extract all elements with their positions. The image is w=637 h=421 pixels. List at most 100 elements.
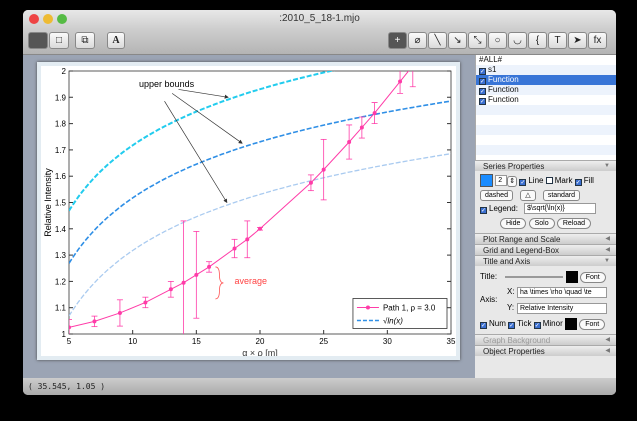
x-tick-label: 15 [192,337,201,346]
x-tick-label: 25 [319,337,328,346]
title-bar: :2010_5_18-1.mjo [23,10,616,28]
color-well[interactable] [480,174,493,188]
line-tool-icon[interactable]: ╲ [428,32,447,49]
cursor-coordinates: ( 35.545, 1.05 ) [28,382,106,391]
x-axis-label-field[interactable]: ha \times \rho \quad \te [517,287,607,298]
tick-checkbox[interactable]: ✓ [508,322,516,329]
y-axis-label: Relative Intensity [43,168,53,237]
graph-background-header[interactable]: Graph Background ◀ [475,334,616,345]
legend-field[interactable]: $\sqrt{\ln(x)} [524,203,597,215]
status-bar: ( 35.545, 1.05 ) [23,378,616,395]
average-brace [215,266,224,300]
pointer-tool-icon[interactable]: ➤ [568,32,587,49]
view-mode-1-button[interactable] [28,32,48,49]
data-point [308,180,313,185]
x-tick-label: 10 [128,337,137,346]
fill-checkbox[interactable]: ✓ [574,179,582,186]
reload-button[interactable]: Reload [556,218,592,229]
title-color-well[interactable] [565,270,578,283]
close-button[interactable] [29,14,39,24]
canvas-area[interactable]: 5 10 15 20 25 30 35 1 1.1 1.2 1.3 1.4 1.5 1.6 1.7 1.8 1.… [23,55,475,378]
series-item-function[interactable]: ✓ Function [476,75,616,85]
dash-style-select[interactable]: dashed [480,190,513,201]
series-item-function[interactable]: ✓ Function [476,85,616,95]
data-point [258,226,262,231]
y-tick-label: 1.2 [55,277,67,286]
app-window: :2010_5_18-1.mjo □ ⧉ A + ⌀ ╲ ↘ ⤡ ○ ◡{T ➤ fx 5 10 1… [23,10,616,395]
series-list: #ALL# ✓ s1 ✓ Function ✓ Function ✓ Function [475,55,616,160]
series-item-s1[interactable]: ✓ s1 [476,65,616,75]
y-tick-label: 1.6 [55,172,67,181]
legend-entry: Path 1, ρ = 3.0 [383,303,436,312]
line-checkbox[interactable]: ✓ [519,179,527,186]
select-tool-icon[interactable]: + [388,32,407,49]
data-point [143,300,148,305]
eraser-tool-icon[interactable]: ⌀ [408,32,427,49]
brace-tool-icon[interactable]: { [528,32,547,49]
toolbar: □ ⧉ A + ⌀ ╲ ↘ ⤡ ○ ◡{T ➤ fx [23,28,616,55]
grid-legend-header[interactable]: Grid and Legend-Box ◀ [475,244,616,255]
y-axis-label-field[interactable]: Relative Intensity [517,303,607,314]
axis-font-button[interactable]: Font [579,319,606,330]
checkbox[interactable]: ✓ [479,68,486,75]
minimize-button[interactable] [43,14,53,24]
data-point [321,167,326,172]
data-point [168,287,173,292]
plot-page: 5 10 15 20 25 30 35 1 1.1 1.2 1.3 1.4 1.5 1.6 1.7 1.8 1.… [37,62,460,360]
title-axis-header[interactable]: Title and Axis ▼ [475,255,616,266]
series-item-all[interactable]: #ALL# [476,55,616,65]
inspector-panel: #ALL# ✓ s1 ✓ Function ✓ Function ✓ Function … [475,55,616,378]
double-arrow-tool-icon[interactable]: ⤡ [468,32,487,49]
function-curve-lower [69,153,451,317]
data-point [69,325,71,330]
chart[interactable]: 5 10 15 20 25 30 35 1 1.1 1.2 1.3 1.4 1.5 1.6 1.7 1.8 1.… [41,66,456,358]
solo-button[interactable]: Solo [528,218,555,229]
annotation-arrow [164,101,228,204]
y-tick-label: 1.1 [55,304,67,313]
data-point [347,140,352,145]
hide-button[interactable]: Hide [499,218,527,229]
checkbox[interactable]: ✓ [479,78,486,85]
title-field[interactable] [505,275,564,278]
data-point [207,264,212,269]
font-button[interactable]: A [107,32,125,49]
function-curve-upper [69,71,336,212]
arrow-tool-icon[interactable]: ↘ [448,32,467,49]
x-tick-label: 30 [383,337,392,346]
plot-range-header[interactable]: Plot Range and Scale ◀ [475,233,616,244]
y-tick-label: 1.4 [55,225,67,234]
data-point [245,237,250,242]
data-point [232,246,237,251]
style-select[interactable]: standard [542,190,581,201]
function-tool-icon[interactable]: fx [588,32,607,49]
checkbox[interactable]: ✓ [479,98,486,105]
function-curve-lnx [69,100,451,264]
minor-checkbox[interactable]: ✓ [533,322,541,329]
checkbox[interactable]: ✓ [479,88,486,95]
width-stepper[interactable]: ⇕ [507,176,518,187]
text-tool-icon[interactable]: T [548,32,567,49]
object-properties-header[interactable]: Object Properties ◀ [475,345,616,356]
zoom-button[interactable] [57,14,67,24]
arc-tool-icon[interactable]: ◡ [508,32,527,49]
circle-tool-icon[interactable]: ○ [488,32,507,49]
upper-bounds-label: upper bounds [139,79,195,89]
data-point [398,79,403,84]
data-point [372,111,377,116]
data-point [359,125,364,130]
y-tick-label: 1 [62,330,67,339]
window-title: :2010_5_18-1.mjo [279,13,360,24]
axis-color-well[interactable] [564,317,577,330]
view-mode-2-button[interactable]: □ [49,32,69,49]
series-properties-header[interactable]: Series Properties ▼ [475,160,616,171]
legend-checkbox[interactable]: ✓ [480,207,487,214]
mark-checkbox[interactable] [545,177,553,184]
title-font-button[interactable]: Font [579,272,606,283]
data-point [181,280,186,285]
num-checkbox[interactable]: ✓ [480,322,487,329]
line-width-field[interactable]: 2 [495,175,508,187]
marker-select[interactable]: △ [520,190,536,201]
data-point [117,310,122,315]
series-item-function[interactable]: ✓ Function [476,95,616,105]
view-mode-3-button[interactable]: ⧉ [75,32,95,49]
